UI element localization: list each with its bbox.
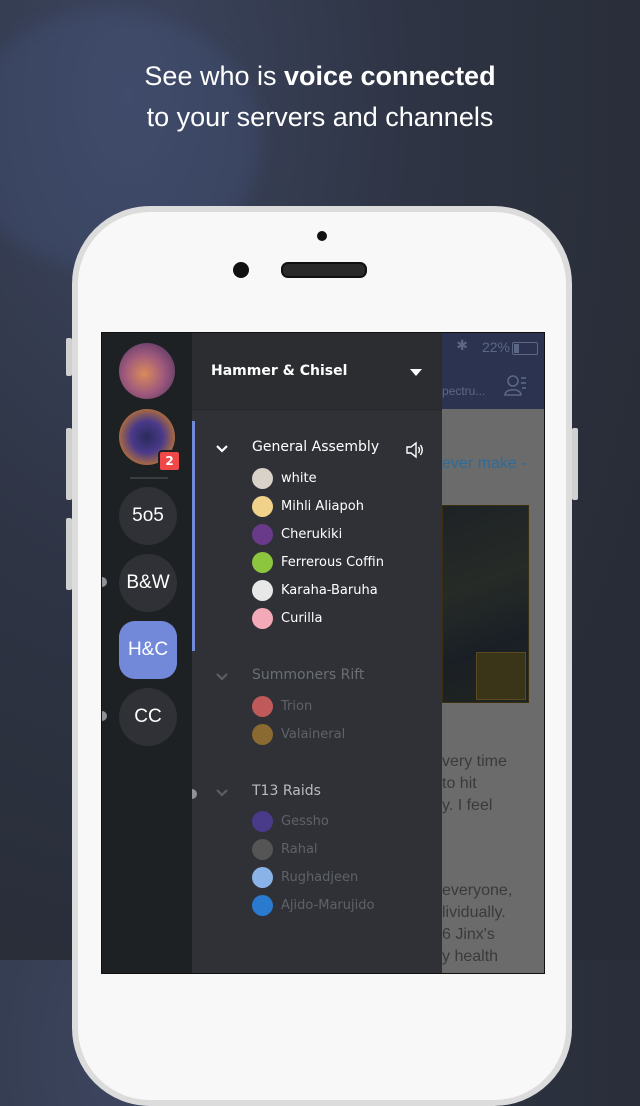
user-avatar bbox=[252, 551, 273, 573]
bluetooth-icon: ✱ bbox=[456, 338, 468, 354]
mention-badge: 2 bbox=[158, 450, 181, 472]
user-name: white bbox=[281, 470, 317, 486]
active-channel-indicator bbox=[192, 421, 195, 651]
battery-percent: 22% bbox=[481, 339, 510, 355]
user-avatar bbox=[252, 810, 273, 832]
voice-user[interactable]: Rughadjeen bbox=[252, 866, 358, 888]
server-name: Hammer & Chisel bbox=[211, 363, 348, 379]
server-cc[interactable]: CC bbox=[119, 688, 177, 746]
user-avatar bbox=[252, 579, 273, 601]
server-hc[interactable]: H&C bbox=[119, 621, 177, 679]
members-icon[interactable] bbox=[504, 373, 528, 397]
server-rail: 2 5o5 B&W H&C CC bbox=[102, 333, 192, 973]
power-button bbox=[572, 428, 578, 500]
headline: See who is voice connected to your serve… bbox=[0, 56, 640, 138]
voice-user[interactable]: Karaha-Baruha bbox=[252, 579, 378, 601]
chat-text-line: to hit bbox=[442, 775, 477, 792]
unread-indicator bbox=[102, 577, 107, 587]
headline-prefix: See who is bbox=[144, 61, 284, 91]
channel-name: Summoners Rift bbox=[252, 667, 365, 683]
user-name: Ajido-Marujido bbox=[281, 897, 375, 913]
proximity-sensor bbox=[317, 231, 327, 241]
chevron-down-icon[interactable] bbox=[216, 443, 228, 455]
user-avatar bbox=[252, 695, 273, 717]
volume-down-button bbox=[66, 518, 72, 590]
earpiece-speaker bbox=[281, 262, 367, 278]
speaker-icon[interactable] bbox=[404, 439, 426, 461]
chat-text-line: very time bbox=[442, 753, 507, 770]
server-header[interactable]: Hammer & Chisel bbox=[192, 333, 442, 410]
server-avatar-1[interactable] bbox=[119, 343, 175, 399]
voice-user[interactable]: Trion bbox=[252, 695, 312, 717]
chat-link[interactable]: ever make - bbox=[442, 455, 526, 473]
user-name: Gessho bbox=[281, 813, 329, 829]
server-5o5[interactable]: 5o5 bbox=[119, 487, 177, 545]
front-camera bbox=[233, 262, 249, 278]
user-name: Cherukiki bbox=[281, 526, 343, 542]
voice-user[interactable]: Mihli Aliapoh bbox=[252, 495, 364, 517]
user-name: Mihli Aliapoh bbox=[281, 498, 364, 514]
voice-user[interactable]: Gessho bbox=[252, 810, 329, 832]
user-name: Trion bbox=[281, 698, 313, 714]
game-screenshot[interactable] bbox=[442, 505, 529, 703]
voice-user[interactable]: Ajido-Marujido bbox=[252, 894, 374, 916]
chevron-down-icon[interactable] bbox=[216, 671, 228, 683]
headline-bold: voice connected bbox=[284, 61, 496, 91]
user-name: Rahal bbox=[281, 841, 318, 857]
user-name: Valaineral bbox=[281, 726, 346, 742]
user-name: Curilla bbox=[281, 610, 323, 626]
user-avatar bbox=[252, 723, 273, 745]
channel-name: T13 Raids bbox=[252, 783, 321, 799]
minimap-image bbox=[476, 652, 526, 700]
user-avatar bbox=[252, 607, 273, 629]
user-avatar bbox=[252, 866, 273, 888]
unread-indicator bbox=[192, 789, 197, 799]
volume-up-button bbox=[66, 428, 72, 500]
chat-header: ✱ 22% pectru... bbox=[442, 333, 544, 409]
voice-user[interactable]: Curilla bbox=[252, 607, 322, 629]
caret-down-icon[interactable] bbox=[410, 369, 422, 376]
chevron-down-icon[interactable] bbox=[216, 787, 228, 799]
voice-user[interactable]: Ferrerous Coffin bbox=[252, 551, 384, 573]
voice-user[interactable]: Rahal bbox=[252, 838, 318, 860]
channel-panel: Hammer & Chisel General Assembly white M… bbox=[192, 333, 442, 973]
server-bw[interactable]: B&W bbox=[119, 554, 177, 612]
channel-name: General Assembly bbox=[252, 439, 380, 455]
mute-switch bbox=[66, 338, 72, 376]
chat-text-line: 6 Jinx's bbox=[442, 926, 495, 943]
server-separator bbox=[130, 477, 168, 479]
user-avatar bbox=[252, 467, 273, 489]
voice-user[interactable]: white bbox=[252, 467, 317, 489]
chat-text-line: everyone, bbox=[442, 882, 513, 899]
chat-view: ✱ 22% pectru... ever make - very time to… bbox=[442, 333, 544, 973]
battery-icon bbox=[512, 342, 538, 355]
user-name: Ferrerous Coffin bbox=[281, 554, 384, 570]
voice-user[interactable]: Valaineral bbox=[252, 723, 345, 745]
user-avatar bbox=[252, 838, 273, 860]
channel-topic: pectru... bbox=[442, 384, 486, 398]
chat-text-line: lividually. bbox=[442, 904, 506, 921]
user-name: Karaha-Baruha bbox=[281, 582, 378, 598]
phone-screen: ✱ 22% pectru... ever make - very time to… bbox=[101, 332, 545, 974]
user-avatar bbox=[252, 523, 273, 545]
user-name: Rughadjeen bbox=[281, 869, 359, 885]
headline-line2: to your servers and channels bbox=[146, 102, 494, 132]
chat-text-line: y health bbox=[442, 948, 499, 965]
voice-user[interactable]: Cherukiki bbox=[252, 523, 342, 545]
unread-indicator bbox=[102, 711, 107, 721]
chat-text-line: y. I feel bbox=[442, 797, 493, 814]
user-avatar bbox=[252, 894, 273, 916]
user-avatar bbox=[252, 495, 273, 517]
